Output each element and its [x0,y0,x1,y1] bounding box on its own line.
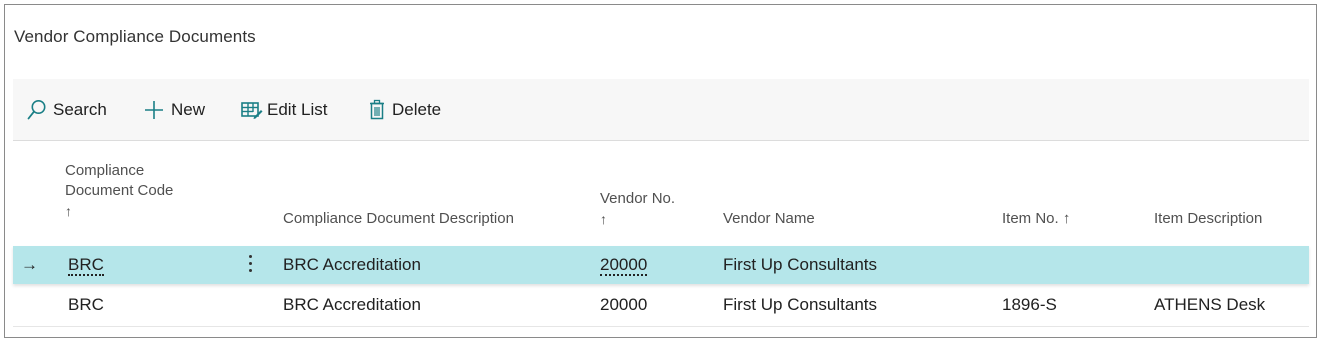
plus-icon [143,99,165,121]
cell-vendor-name[interactable]: First Up Consultants [723,246,877,284]
page-title: Vendor Compliance Documents [14,27,256,46]
cell-item-no[interactable]: 1896-S [1002,286,1057,324]
delete-button[interactable]: Delete [368,79,441,141]
column-header-item-no[interactable]: Item No. ↑ [1002,209,1070,229]
delete-label: Delete [392,100,442,119]
column-header-label: Compliance Document Description [283,210,514,227]
cell-compliance-document-description[interactable]: BRC Accreditation [283,286,421,324]
column-header-item-description[interactable]: Item Description [1154,209,1262,229]
search-button[interactable]: Search [27,79,107,141]
column-header-vendor-no[interactable]: Vendor No. ↑ [600,189,675,229]
edit-list-label: Edit List [267,100,328,119]
cell-vendor-no[interactable]: 20000 [600,286,647,324]
sort-ascending-icon: ↑ [65,203,72,219]
column-header-line1: Compliance [65,162,145,179]
trash-icon [368,99,386,121]
table-row[interactable]: BRC BRC Accreditation 20000 First Up Con… [13,286,1309,324]
column-header-label: Item Description [1154,210,1263,227]
new-label: New [171,100,206,119]
cell-compliance-document-description[interactable]: BRC Accreditation [283,246,421,284]
action-bar: Search New Edit List Delete [13,79,1309,141]
sort-ascending-icon: ↑ [600,211,607,227]
column-header-label: Vendor No. [600,190,676,207]
row-indicator-arrow-icon: → [21,255,38,274]
row-actions-kebab-icon[interactable] [249,255,253,275]
vendor-no-link[interactable]: 20000 [600,256,648,276]
row-divider [13,326,1309,327]
edit-list-icon [241,100,263,120]
code-link[interactable]: BRC [68,256,104,276]
column-header-line2: Document Code [65,182,174,199]
column-header-vendor-name[interactable]: Vendor Name [723,209,815,229]
cell-item-description[interactable]: ATHENS Desk [1154,286,1265,324]
cell-compliance-document-code[interactable]: BRC [68,286,104,324]
new-button[interactable]: New [143,79,205,141]
cell-compliance-document-code[interactable]: BRC [68,246,104,284]
column-header-label: Item No. ↑ [1002,210,1071,227]
page-frame: Vendor Compliance Documents Search New E… [4,4,1317,338]
search-icon [27,99,47,121]
cell-vendor-no[interactable]: 20000 [600,246,648,284]
table-row[interactable]: → BRC BRC Accreditation 20000 First Up C… [13,246,1309,284]
column-header-label: Vendor Name [723,210,815,227]
search-label: Search [53,100,107,119]
cell-vendor-name[interactable]: First Up Consultants [723,286,877,324]
edit-list-button[interactable]: Edit List [241,79,327,141]
column-header-compliance-document-description[interactable]: Compliance Document Description [283,209,514,229]
column-header-compliance-document-code[interactable]: Compliance Document Code ↑ [65,161,173,221]
